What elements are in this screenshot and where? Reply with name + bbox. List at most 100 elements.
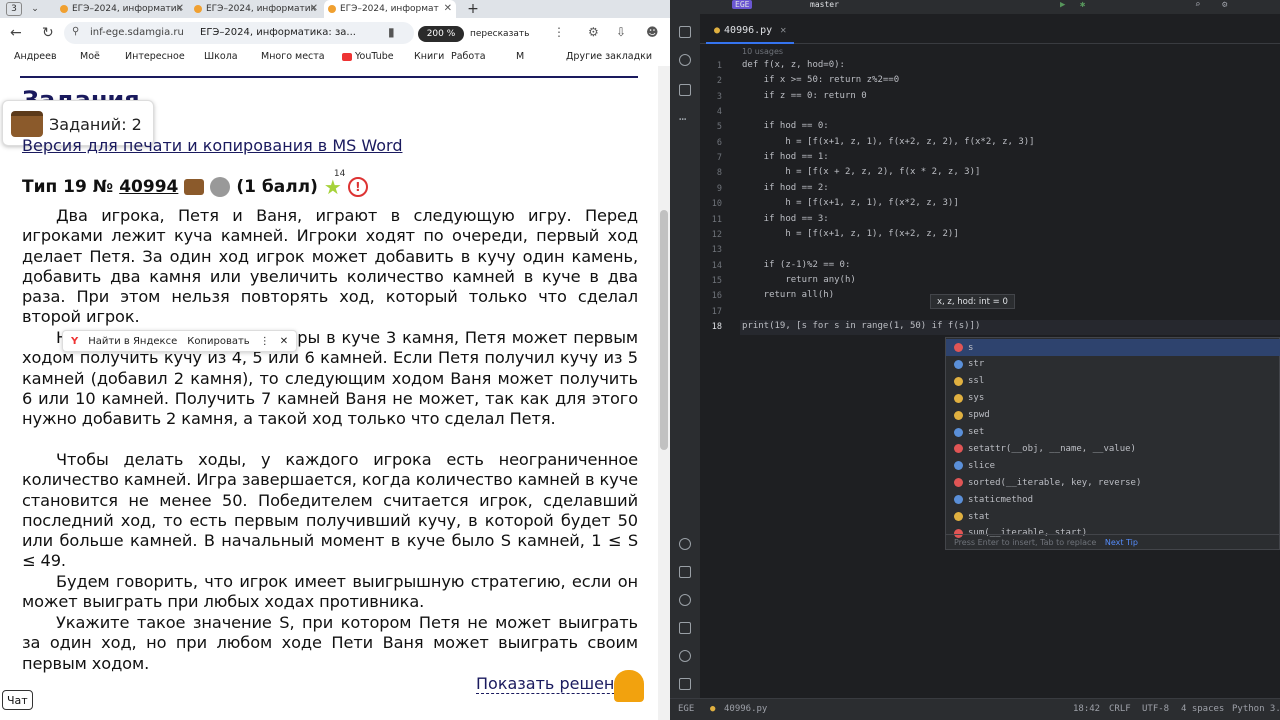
bookmark-item[interactable]: Интересное <box>125 51 185 62</box>
copy-button[interactable]: Копировать <box>187 336 249 347</box>
completion-item[interactable]: sys <box>946 390 1280 407</box>
code-line[interactable]: if hod == 2: <box>742 183 829 193</box>
extension-icon[interactable]: ⚙ <box>588 25 599 39</box>
tab-close-icon[interactable]: ✕ <box>444 3 452 14</box>
tab-1[interactable]: ЕГЭ–2024, информатик ✕ <box>56 0 188 18</box>
more-vertical-icon[interactable]: ⋮ <box>260 336 270 347</box>
commit-icon[interactable] <box>679 54 691 66</box>
branch-switcher[interactable]: master <box>810 0 839 9</box>
code-line[interactable]: h = [f(x + 2, z, 2), f(x * 2, z, 3)] <box>742 167 980 177</box>
tab-close-icon[interactable]: ✕ <box>310 3 318 14</box>
more-tools-icon[interactable]: ⋯ <box>679 112 686 126</box>
bookmark-item[interactable]: Школа <box>204 51 238 62</box>
word-version-link[interactable]: Версия для печати и копирования в MS Wor… <box>22 136 402 155</box>
completion-item[interactable]: slice <box>946 457 1280 474</box>
code-line[interactable]: return any(h) <box>742 275 855 285</box>
code-line[interactable]: print(19, [s for s in range(1, 50) if f(… <box>742 321 980 331</box>
more-vertical-icon[interactable]: ⋮ <box>553 25 565 39</box>
close-icon[interactable]: ✕ <box>280 336 288 347</box>
code-line[interactable]: if (z-1)%2 == 0: <box>742 260 851 270</box>
settings-icon[interactable]: ⚙ <box>1222 0 1227 10</box>
problems-icon[interactable] <box>679 650 691 662</box>
code-line[interactable]: h = [f(x+1, z, 1), f(x*2, z, 3)] <box>742 198 958 208</box>
completion-kind-icon <box>954 410 963 420</box>
task-paragraph-4-text: Будем говорить, что игрок имеет выигрышн… <box>22 572 638 612</box>
reload-icon[interactable]: ↻ <box>42 25 54 41</box>
task-number-link[interactable]: 40994 <box>119 177 178 197</box>
code-line[interactable]: if hod == 1: <box>742 152 829 162</box>
tab-count-badge[interactable]: 3 <box>6 2 22 16</box>
code-line[interactable]: if x >= 50: return z%2==0 <box>742 75 899 85</box>
bookmark-icon[interactable]: ▮ <box>388 25 395 39</box>
tab-close-icon[interactable]: ✕ <box>780 25 786 36</box>
code-line[interactable]: return all(h) <box>742 290 834 300</box>
code-line[interactable]: if hod == 0: <box>742 121 829 131</box>
code-line[interactable]: h = [f(x+1, z, 1), f(x+2, z, 2), f(x*2, … <box>742 137 1034 147</box>
completion-item[interactable]: stat <box>946 508 1280 525</box>
zoom-badge[interactable]: 200 % <box>418 26 464 42</box>
profile-icon[interactable]: ☻ <box>646 25 659 39</box>
other-bookmarks[interactable]: Другие закладки <box>566 51 652 62</box>
bookmark-item[interactable]: Андреев <box>14 51 57 62</box>
tab-2[interactable]: ЕГЭ–2024, информатик ✕ <box>190 0 322 18</box>
downloads-icon[interactable]: ⇩ <box>616 25 626 39</box>
completion-label: sorted(__iterable, key, reverse) <box>968 477 1142 488</box>
completion-item[interactable]: set <box>946 424 1280 441</box>
run-console-icon[interactable] <box>679 594 691 606</box>
line-number: 14 <box>711 261 722 271</box>
bookmark-item[interactable]: Работа <box>451 51 486 62</box>
address-bar[interactable]: ⚲ inf-ege.sdamgia.ru ЕГЭ–2024, информати… <box>64 22 414 44</box>
terminal-icon[interactable] <box>679 622 691 634</box>
code-line[interactable]: def f(x, z, hod=0): <box>742 60 845 70</box>
search-in-yandex-button[interactable]: Найти в Яндексе <box>88 336 177 347</box>
bookmark-item[interactable]: Много места <box>261 51 325 62</box>
python-packages-icon[interactable] <box>679 538 691 550</box>
code-line[interactable]: if z == 0: return 0 <box>742 91 867 101</box>
run-icon[interactable]: ▶ <box>1060 0 1065 10</box>
tab-close-icon[interactable]: ✕ <box>176 3 184 14</box>
project-folder-icon[interactable] <box>679 26 691 38</box>
add-to-variant-icon[interactable] <box>184 179 205 195</box>
layers-icon[interactable] <box>679 566 691 578</box>
indent-setting[interactable]: 4 spaces <box>1181 704 1224 714</box>
code-line[interactable]: h = [f(x+1, z, 1), f(x+2, z, 2)] <box>742 229 958 239</box>
structure-icon[interactable] <box>679 84 691 96</box>
search-icon[interactable]: ⌕ <box>1195 0 1200 10</box>
code-line[interactable]: if hod == 3: <box>742 214 829 224</box>
completion-item[interactable]: ssl <box>946 373 1280 390</box>
debug-icon[interactable]: ✱ <box>1080 0 1085 10</box>
new-tab-plus-icon[interactable]: + <box>466 1 480 17</box>
page-scrollbar-thumb[interactable] <box>660 210 668 450</box>
status-file[interactable]: 40996.py <box>724 704 767 714</box>
completion-item[interactable]: spwd <box>946 407 1280 424</box>
retell-button[interactable]: пересказать <box>470 26 529 42</box>
completion-item[interactable]: setattr(__obj, __name, __value) <box>946 440 1280 457</box>
usages-hint[interactable]: 10 usages <box>742 47 783 56</box>
project-switcher[interactable]: EGE <box>732 0 753 9</box>
site-info-icon[interactable]: ⚲ <box>72 26 79 37</box>
bookmark-item[interactable]: Книги <box>414 51 444 62</box>
completion-item[interactable]: s <box>946 339 1280 356</box>
completion-item[interactable]: str <box>946 356 1280 373</box>
tab-40996-py[interactable]: ● 40996.py ✕ <box>706 18 795 44</box>
tab-3-active[interactable]: ЕГЭ–2024, информат ✕ <box>324 0 456 18</box>
line-separator[interactable]: CRLF <box>1109 704 1131 714</box>
next-tip-link[interactable]: Next Tip <box>1105 538 1138 547</box>
tab-list-chevron-icon[interactable]: ⌄ <box>28 2 42 16</box>
bookmark-item[interactable]: YouTube <box>355 51 394 62</box>
status-project[interactable]: EGE <box>678 704 694 714</box>
python-interpreter[interactable]: Python 3.9 <box>1232 704 1280 714</box>
show-solution-link[interactable]: Показать решение <box>476 674 635 694</box>
chat-button[interactable]: Чат <box>2 690 33 710</box>
notification-bell-icon[interactable] <box>614 670 644 702</box>
bookmark-item[interactable]: М <box>516 51 524 62</box>
file-encoding[interactable]: UTF-8 <box>1142 704 1169 714</box>
bookmark-item[interactable]: Моё <box>80 51 100 62</box>
completion-item[interactable]: sorted(__iterable, key, reverse) <box>946 474 1280 491</box>
completion-item[interactable]: staticmethod <box>946 491 1280 508</box>
back-arrow-icon[interactable]: ← <box>10 25 22 41</box>
caret-position[interactable]: 18:42 <box>1073 704 1100 714</box>
star-icon[interactable]: ★ 14 <box>324 169 345 199</box>
report-error-icon[interactable]: ! <box>347 177 368 197</box>
git-icon[interactable] <box>679 678 691 690</box>
